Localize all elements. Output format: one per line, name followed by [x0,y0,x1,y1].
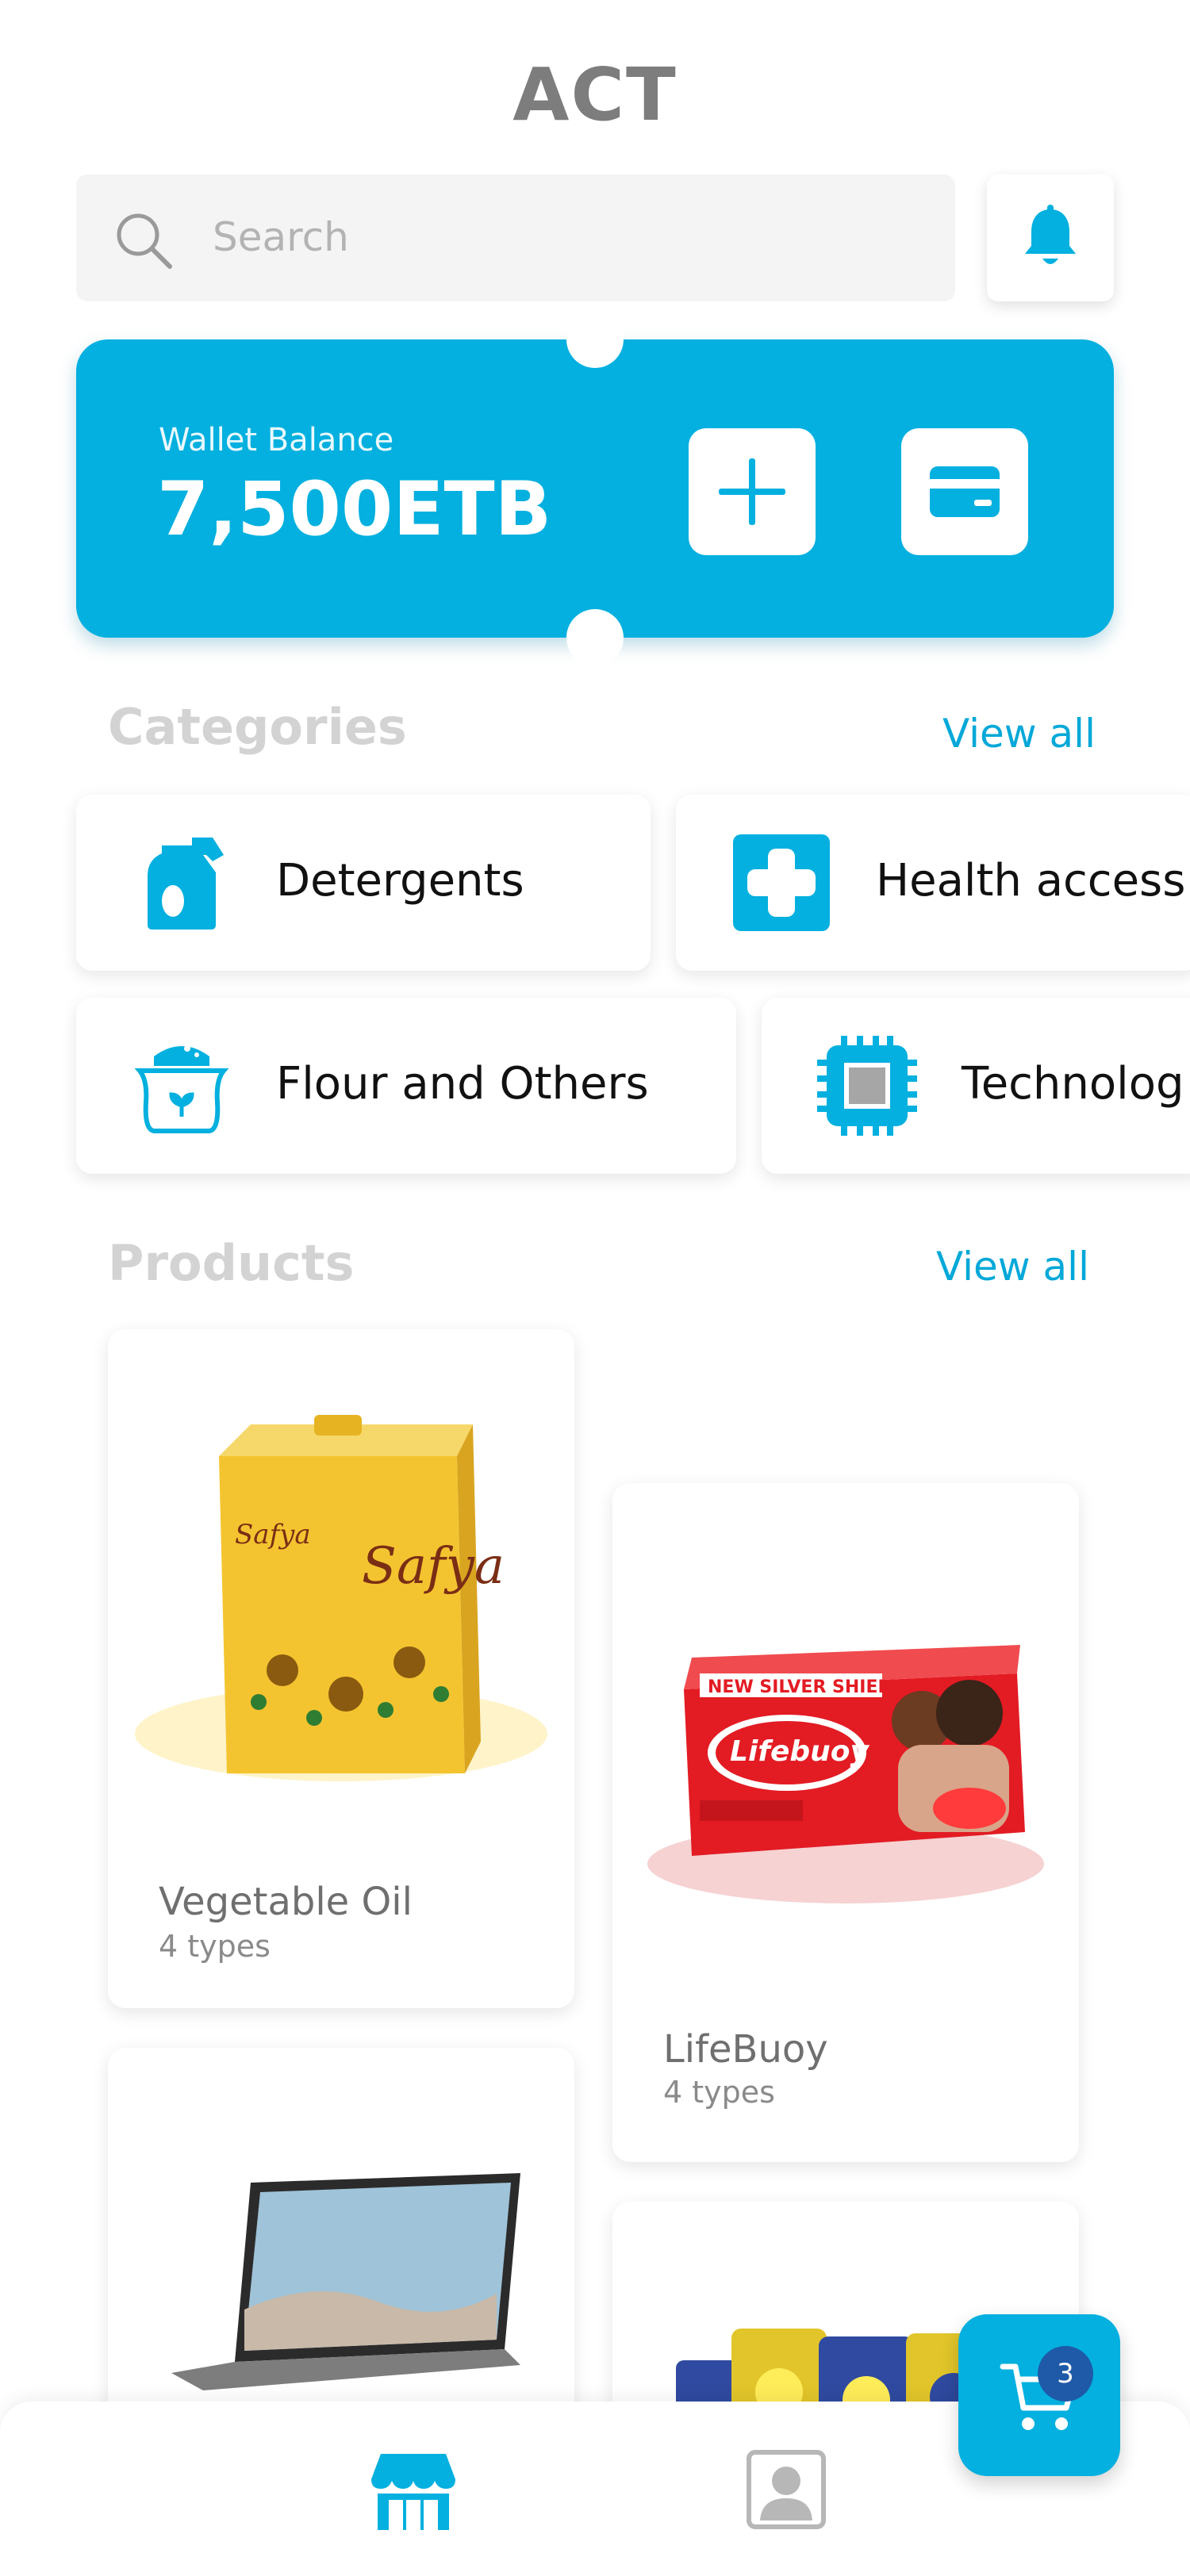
credit-card-icon [930,466,1000,517]
flour-sack-icon [134,1045,229,1133]
category-label: Technolog [962,1058,1184,1110]
category-technology[interactable]: Technolog [762,998,1190,1174]
category-health[interactable]: Health access [676,795,1190,971]
cart-count-badge: 3 [1038,2346,1093,2402]
category-label: Flour and Others [276,1058,649,1110]
medical-cross-icon [733,834,830,931]
profile-icon[interactable] [746,2449,827,2530]
products-view-all-link[interactable]: View all [936,1244,1089,1290]
notifications-button[interactable] [987,174,1114,301]
detergent-bottle-icon [148,838,224,930]
store-icon[interactable] [370,2449,457,2532]
products-title: Products [108,1234,355,1292]
add-funds-button[interactable] [689,428,816,555]
categories-title: Categories [108,698,407,756]
category-label: Detergents [276,855,524,907]
cart-button[interactable]: 3 [958,2314,1120,2476]
chip-icon [817,1036,917,1136]
oil-tin-image: Safya Safya [135,1415,547,1781]
bell-icon [1025,205,1076,264]
app-title: ACT [512,52,678,137]
card-button[interactable] [901,428,1028,555]
plus-icon [719,458,785,525]
laptop-image [171,2173,520,2390]
wallet-label: Wallet Balance [159,422,394,458]
product-types: 4 types [663,2075,775,2110]
wallet-notch-bottom [566,609,624,666]
wallet-notch-top [566,311,624,368]
search-icon [117,213,172,269]
soap-box-image: NEW SILVER SHIELD FORMULA Lifebuoy [647,1645,1044,1903]
category-label: Health access [876,855,1186,907]
category-flour[interactable]: Flour and Others [76,998,736,1174]
category-detergents[interactable]: Detergents [76,795,651,971]
svg-text:Safya: Safya [362,1537,505,1596]
product-types: 4 types [159,1929,271,1964]
svg-text:Lifebuoy: Lifebuoy [730,1735,869,1768]
categories-view-all-link[interactable]: View all [942,711,1096,757]
product-card-vegetable-oil[interactable]: Safya Safya Vegetable Oil 4 types [108,1329,574,2008]
product-name: Vegetable Oil [159,1880,413,1924]
search-input[interactable]: Search [76,174,955,301]
product-name: LifeBuoy [663,2027,828,2072]
svg-text:Safya: Safya [235,1519,311,1551]
wallet-card: Wallet Balance 7,500ETB [76,311,1114,666]
search-placeholder: Search [213,214,349,260]
product-card-lifebuoy[interactable]: NEW SILVER SHIELD FORMULA Lifebuoy LifeB… [612,1483,1079,2162]
wallet-amount: 7,500ETB [157,466,552,553]
